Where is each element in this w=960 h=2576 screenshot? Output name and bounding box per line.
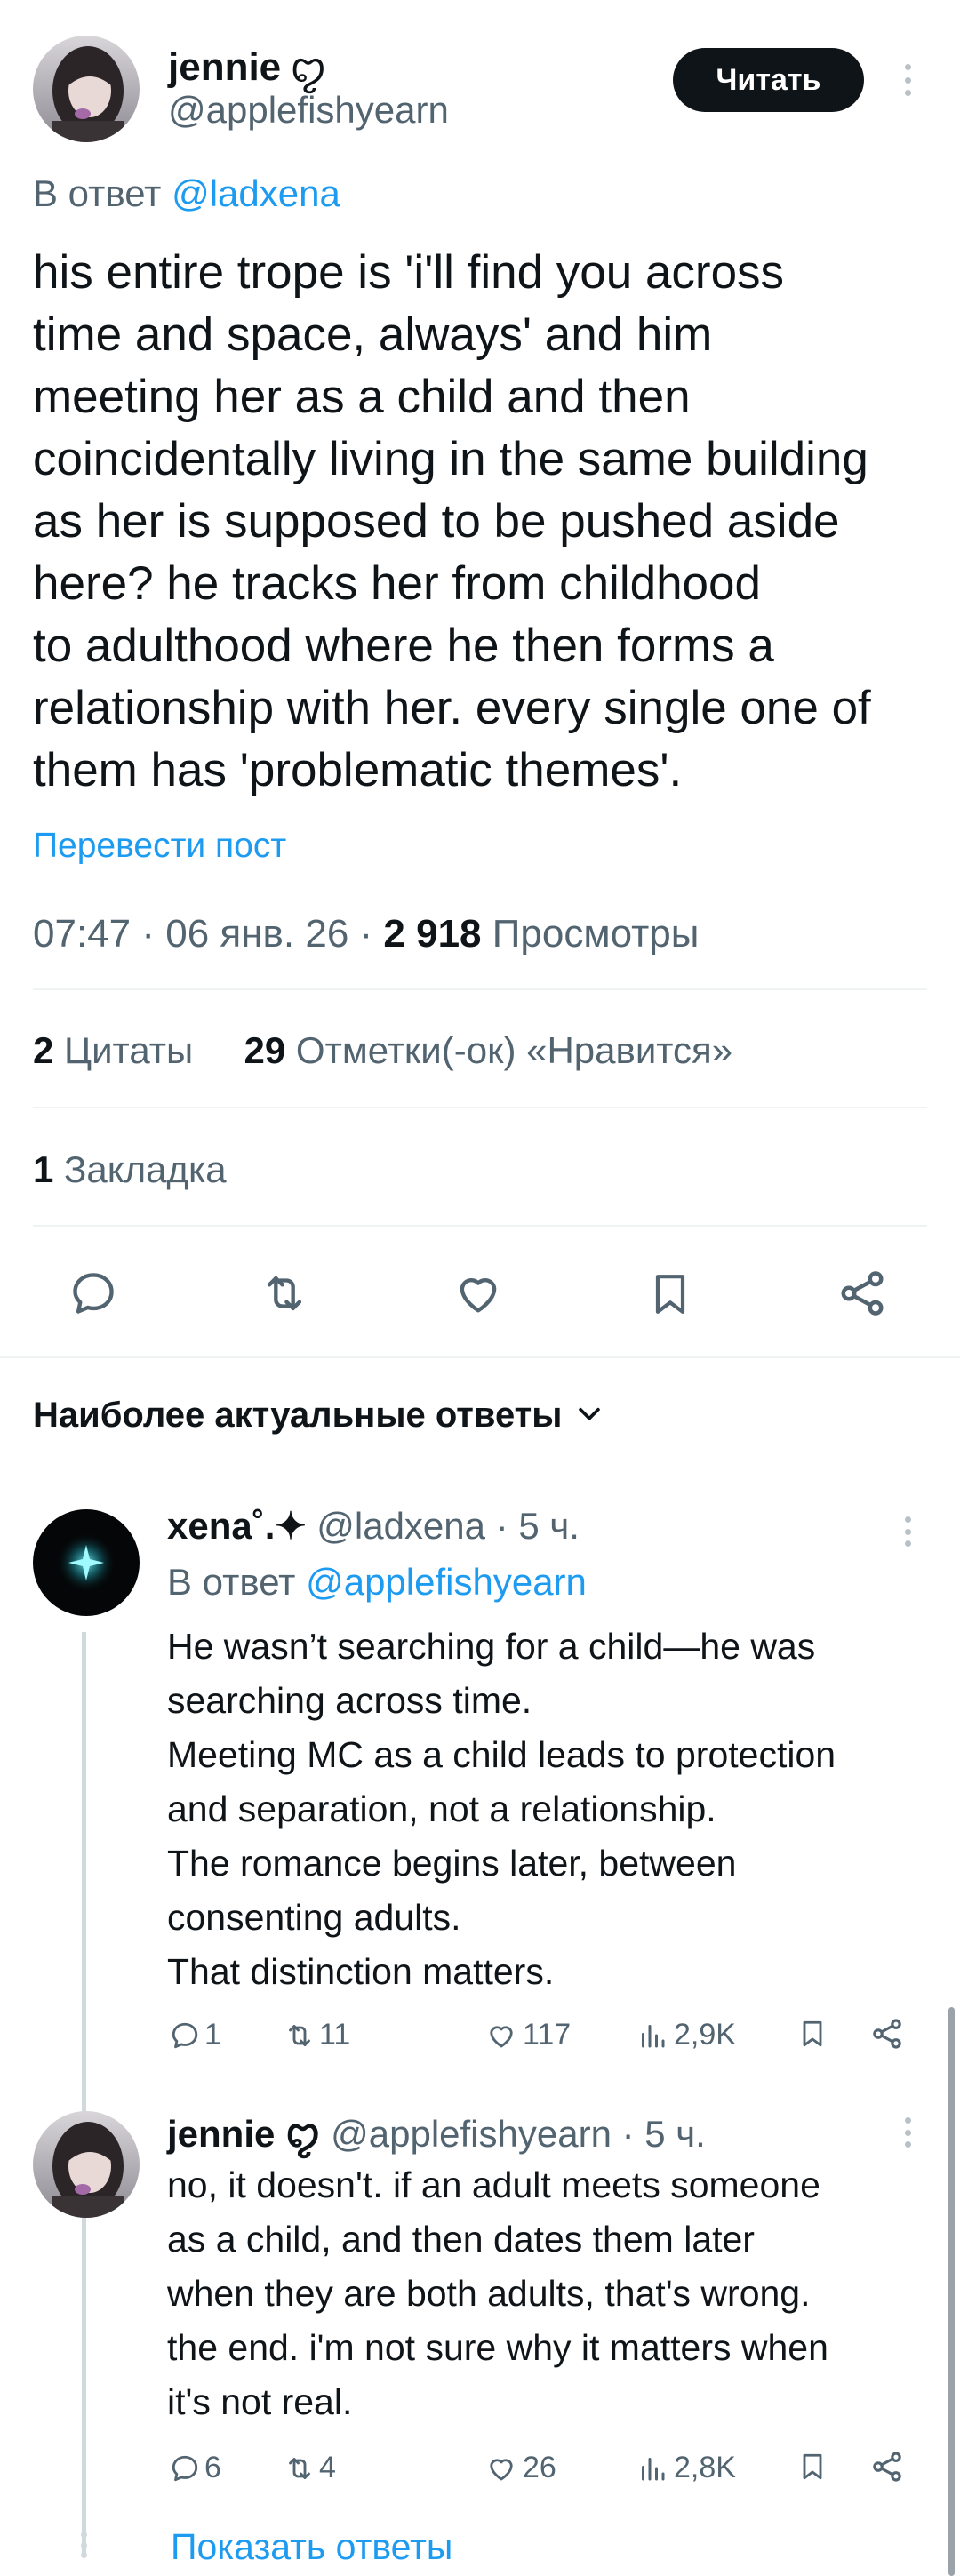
reply-count: 1 bbox=[204, 2018, 221, 2052]
reply-author-name[interactable]: xena˚.✦ bbox=[167, 1505, 307, 1547]
reply-header: xena˚.✦ @ladxena · 5 ч. bbox=[167, 1505, 580, 1547]
thread-line bbox=[82, 1632, 86, 2556]
views-button[interactable]: 2,8K bbox=[636, 2451, 736, 2485]
repost-icon[interactable] bbox=[258, 1268, 311, 1324]
reply-to-link[interactable]: @ladxena bbox=[172, 172, 340, 214]
repost-count: 11 bbox=[319, 2018, 351, 2052]
share-icon[interactable] bbox=[869, 2449, 905, 2489]
like-count: 117 bbox=[523, 2018, 572, 2052]
reply-avatar[interactable] bbox=[33, 2111, 140, 2218]
quotes-stat[interactable]: 2 Цитаты bbox=[33, 1029, 193, 1071]
divider bbox=[33, 1225, 927, 1227]
author-avatar[interactable] bbox=[33, 36, 140, 142]
author-handle[interactable]: @applefishyearn bbox=[168, 89, 449, 132]
views-label: Просмотры bbox=[492, 912, 700, 956]
engagement-stats: 2 Цитаты 29 Отметки(-ок) «Нравится» bbox=[33, 1029, 732, 1072]
repost-button[interactable]: 11 bbox=[282, 2018, 350, 2052]
section-divider bbox=[0, 1356, 960, 1358]
reply-author-handle[interactable]: @applefishyearn bbox=[331, 2113, 612, 2155]
reply-author-name[interactable]: jennie ꨄ bbox=[167, 2113, 320, 2155]
like-icon bbox=[490, 2458, 513, 2480]
likes-stat[interactable]: 29 Отметки(-ок) «Нравится» bbox=[244, 1029, 733, 1071]
views-icon bbox=[642, 2024, 665, 2047]
reply-header: jennie ꨄ @applefishyearn · 5 ч. bbox=[167, 2113, 706, 2155]
post-text: his entire trope is 'i'll find you acros… bbox=[33, 246, 871, 796]
reply-button[interactable]: 6 bbox=[169, 2451, 221, 2485]
reply-count: 6 bbox=[204, 2451, 221, 2484]
more-options-icon[interactable] bbox=[903, 1516, 912, 1547]
reply-context: В ответ @applefishyearn bbox=[167, 1561, 587, 1603]
reply-time[interactable]: 5 ч. bbox=[644, 2113, 706, 2155]
views-icon bbox=[642, 2457, 665, 2480]
views-count: 2 918 bbox=[383, 912, 482, 956]
author-name[interactable]: jennie bbox=[168, 45, 281, 90]
reply-avatar[interactable] bbox=[33, 1509, 140, 1616]
reply-context: В ответ @ladxena bbox=[33, 172, 340, 214]
author-name-glyph: ꨄ bbox=[290, 47, 327, 91]
follow-button[interactable]: Читать bbox=[673, 48, 864, 112]
replies-header: Наиболее актуальные ответы bbox=[33, 1396, 563, 1435]
views-count: 2,9K bbox=[674, 2018, 736, 2052]
like-icon[interactable] bbox=[452, 1268, 505, 1324]
like-icon bbox=[490, 2025, 513, 2047]
post-meta: 07:47 · 06 янв. 26 · 2 918 Просмотры bbox=[33, 912, 700, 956]
reply-button[interactable]: 1 bbox=[169, 2018, 221, 2052]
replies-sort-dropdown[interactable]: Наиболее актуальные ответы bbox=[33, 1396, 604, 1436]
views-count: 2,8K bbox=[674, 2451, 736, 2484]
bookmarks-stat[interactable]: 1 Закладка bbox=[33, 1148, 227, 1191]
scrollbar-thumb[interactable] bbox=[948, 2007, 955, 2576]
share-icon[interactable] bbox=[836, 1266, 889, 1325]
like-count: 26 bbox=[523, 2451, 556, 2484]
post-time[interactable]: 07:47 bbox=[33, 912, 131, 956]
repost-button[interactable]: 4 bbox=[282, 2451, 336, 2485]
more-options-icon[interactable] bbox=[903, 64, 912, 96]
repost-icon bbox=[289, 2024, 310, 2046]
more-options-icon[interactable] bbox=[903, 2117, 912, 2148]
reply-icon[interactable] bbox=[68, 1268, 119, 1324]
reply-text: He wasn’t searching for a child—he was s… bbox=[167, 1626, 836, 1992]
share-icon[interactable] bbox=[869, 2016, 905, 2056]
like-button[interactable]: 26 bbox=[484, 2451, 556, 2485]
bookmark-icon[interactable] bbox=[796, 2016, 828, 2056]
divider bbox=[33, 1107, 927, 1108]
reply-text: no, it doesn't. if an adult meets someon… bbox=[167, 2164, 828, 2422]
repost-count: 4 bbox=[319, 2451, 336, 2484]
chevron-down-icon bbox=[574, 1398, 604, 1433]
bookmark-icon[interactable] bbox=[796, 2449, 828, 2489]
translate-post-link[interactable]: Перевести пост bbox=[33, 827, 286, 866]
show-replies-link[interactable]: Показать ответы bbox=[171, 2526, 452, 2568]
like-button[interactable]: 117 bbox=[484, 2018, 571, 2052]
post-date[interactable]: 06 янв. 26 bbox=[165, 912, 348, 956]
repost-icon bbox=[289, 2457, 310, 2479]
divider bbox=[33, 988, 927, 990]
reply-time[interactable]: 5 ч. bbox=[518, 1505, 580, 1547]
bookmark-icon[interactable] bbox=[645, 1268, 695, 1325]
thread-continuation-dots bbox=[80, 2532, 87, 2558]
reply-icon bbox=[172, 2022, 198, 2048]
reply-author-handle[interactable]: @ladxena bbox=[316, 1505, 485, 1547]
reply-to-link[interactable]: @applefishyearn bbox=[306, 1561, 587, 1603]
reply-icon bbox=[172, 2455, 198, 2481]
views-button[interactable]: 2,9K bbox=[636, 2018, 736, 2052]
